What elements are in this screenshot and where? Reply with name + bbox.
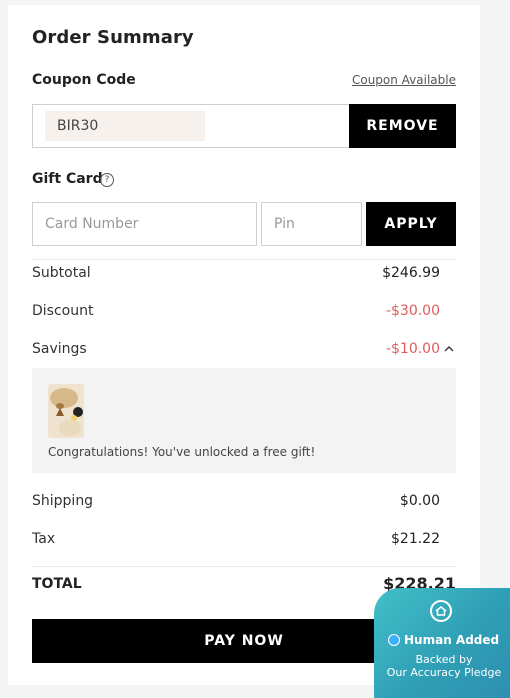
accuracy-pledge-badge[interactable]: Human Added Backed by Our Accuracy Pledg… bbox=[374, 588, 510, 698]
discount-row: Discount -$30.00 bbox=[32, 301, 440, 321]
chevron-up-icon[interactable] bbox=[444, 345, 454, 356]
total-label: TOTAL bbox=[32, 576, 82, 592]
card-number-input[interactable]: Card Number bbox=[32, 202, 257, 246]
badge-pledge-text: Our Accuracy Pledge bbox=[386, 666, 502, 679]
tax-value: $21.22 bbox=[391, 531, 440, 547]
subtotal-row: Subtotal $246.99 bbox=[32, 263, 440, 283]
tax-row: Tax $21.22 bbox=[32, 529, 440, 549]
discount-value: -$30.00 bbox=[385, 303, 440, 319]
apply-gift-card-button[interactable]: APPLY bbox=[366, 202, 456, 246]
discount-label: Discount bbox=[32, 303, 94, 319]
remove-coupon-button[interactable]: REMOVE bbox=[349, 104, 456, 148]
gift-message: Congratulations! You've unlocked a free … bbox=[48, 445, 316, 459]
subtotal-value: $246.99 bbox=[382, 265, 440, 281]
badge-subtitle: Backed by bbox=[415, 653, 473, 666]
pin-input[interactable]: Pin bbox=[261, 202, 362, 246]
tax-label: Tax bbox=[32, 531, 56, 547]
order-summary-panel: Order Summary Coupon Code Coupon Availab… bbox=[8, 5, 480, 685]
question-circle-icon[interactable]: ? bbox=[100, 173, 114, 187]
subtotal-label: Subtotal bbox=[32, 265, 91, 281]
savings-label: Savings bbox=[32, 341, 87, 357]
check-circle-icon bbox=[388, 634, 400, 646]
badge-title-row: Human Added bbox=[388, 633, 499, 647]
shipping-value: $0.00 bbox=[399, 493, 440, 509]
coupon-field: BIR30 REMOVE bbox=[32, 104, 456, 148]
badge-title: Human Added bbox=[404, 633, 500, 647]
savings-value: -$10.00 bbox=[385, 341, 440, 357]
shipping-row: Shipping $0.00 bbox=[32, 491, 440, 511]
free-gift-panel: Congratulations! You've unlocked a free … bbox=[32, 368, 456, 473]
page-title: Order Summary bbox=[32, 27, 194, 48]
gift-thumbnail bbox=[48, 384, 84, 438]
home-icon bbox=[430, 600, 452, 622]
coupon-code-label: Coupon Code bbox=[32, 72, 136, 88]
applied-coupon-code: BIR30 bbox=[45, 111, 205, 141]
coupon-available-link[interactable]: Coupon Available bbox=[352, 73, 456, 87]
divider bbox=[32, 566, 456, 567]
gift-card-label: Gift Card bbox=[32, 171, 103, 187]
savings-row[interactable]: Savings -$10.00 bbox=[32, 339, 440, 359]
shipping-label: Shipping bbox=[32, 493, 94, 509]
divider bbox=[32, 259, 456, 260]
